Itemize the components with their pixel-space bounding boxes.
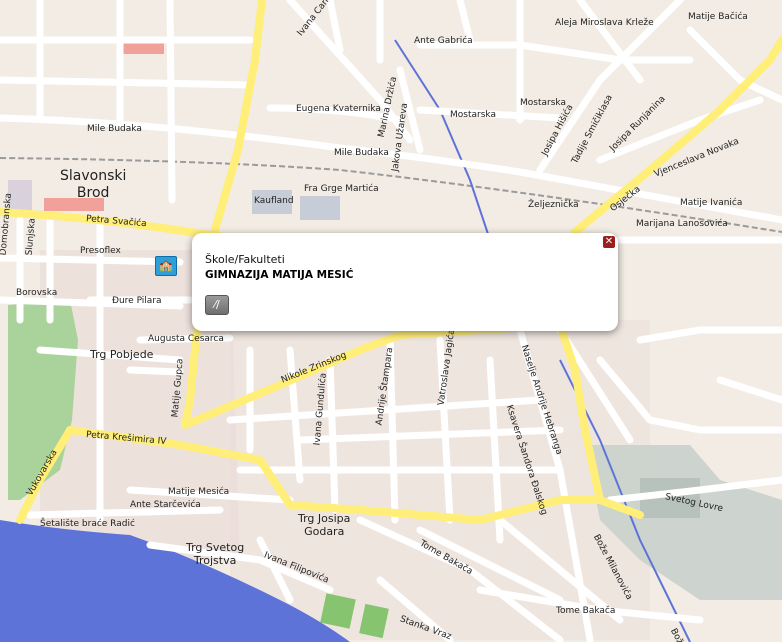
place-label-line1: Slavonski — [60, 168, 127, 184]
street-label: Ante Gabrića — [414, 36, 473, 46]
street-label: Šetalište braće Radić — [40, 519, 135, 529]
place-label-line2: Brod — [76, 185, 110, 201]
street-label: Fra Grge Martića — [304, 184, 379, 194]
street-label: Matije Mesića — [168, 487, 230, 497]
map-view[interactable]: Slavonski Brod Trg Pobjede Trg Josipa Go… — [0, 0, 782, 642]
street-label: Borovska — [16, 288, 58, 298]
street-label: Mostarska — [520, 98, 566, 108]
street-label: Tome Bakača — [556, 606, 616, 616]
square-label-trg-josipa-godara: Trg Josipa Godara — [298, 512, 350, 538]
route-tool-button[interactable]: ⁄∕ — [205, 295, 229, 315]
street-label: Ante Starčevića — [130, 500, 201, 510]
street-label: Mile Budaka — [334, 148, 389, 158]
square-label-line2: Godara — [304, 525, 345, 538]
street-label: Željeznička — [528, 200, 579, 210]
square-label-trg-svetog-trojstva: Trg Svetog Trojstva — [186, 541, 244, 567]
school-marker-icon[interactable]: 🏫 — [155, 256, 177, 276]
square-label-line1: Trg Svetog — [186, 541, 245, 554]
street-label: Đure Pilara — [112, 296, 162, 306]
street-label: Mile Budaka — [87, 124, 142, 134]
poi-label: Presoflex — [80, 246, 121, 256]
street-label: Matije Bačića — [688, 12, 748, 22]
place-label-slavonski-brod: Slavonski Brod — [60, 168, 126, 202]
info-popup: Škole/Fakulteti GIMNAZIJA MATIJA MESIĆ ✕… — [192, 233, 618, 331]
street-label: Mostarska — [450, 110, 496, 120]
square-label-line2: Trojstva — [193, 554, 237, 567]
street-label: Eugena Kvaternika — [296, 104, 381, 114]
street-label: Aleja Miroslava Krleže — [555, 18, 654, 28]
popup-title: GIMNAZIJA MATIJA MESIĆ — [205, 269, 354, 281]
square-label: Trg Pobjede — [90, 348, 154, 361]
square-label-line1: Trg Josipa — [298, 512, 351, 525]
street-label: Marijana Lanosovića — [636, 219, 728, 229]
poi-label: Kaufland — [254, 196, 294, 206]
close-icon[interactable]: ✕ — [603, 236, 615, 248]
street-label: Matije Ivanića — [680, 198, 743, 208]
street-label: Augusta Cesarca — [148, 334, 224, 344]
popup-category: Škole/Fakulteti — [205, 253, 285, 266]
